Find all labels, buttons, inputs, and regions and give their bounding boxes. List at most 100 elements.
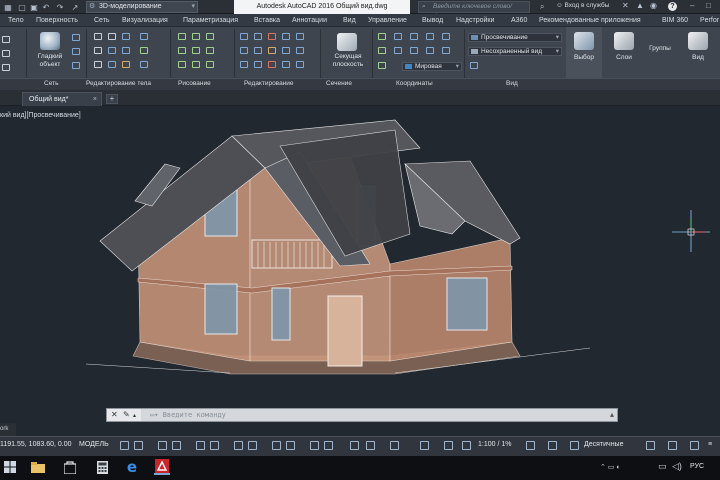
erase-icon[interactable] <box>296 61 304 68</box>
tab-a360[interactable]: A360 <box>511 14 527 27</box>
tray-icons[interactable]: ⌃ ▭ ◐ <box>600 463 621 471</box>
settings-icon[interactable] <box>526 441 535 450</box>
panel-title-draw[interactable]: Рисование <box>178 79 211 89</box>
layers-icon[interactable] <box>614 32 634 50</box>
tab-mesh[interactable]: Сеть <box>94 14 110 27</box>
stretch-icon[interactable] <box>240 61 248 68</box>
selection-cycling-icon[interactable] <box>324 441 333 450</box>
tab-manage[interactable]: Управление <box>368 14 407 27</box>
autocad-taskbar-icon[interactable] <box>154 459 170 475</box>
panel-title-view[interactable]: Вид <box>506 79 518 89</box>
offset-icon[interactable] <box>254 61 262 68</box>
smooth-object-icon[interactable] <box>40 32 60 50</box>
isodraft-icon[interactable] <box>196 441 205 450</box>
object-snap-icon[interactable] <box>210 441 219 450</box>
arc-icon[interactable] <box>206 33 214 40</box>
panel-title-section[interactable]: Сечение <box>326 79 352 89</box>
mesh-refine-icon[interactable] <box>72 62 80 69</box>
tool-icon[interactable] <box>2 36 10 43</box>
tab-bim360[interactable]: BIM 360 <box>662 14 688 27</box>
calculator-icon[interactable] <box>94 459 110 475</box>
panel-title-solid-edit[interactable]: Редактирование тела <box>86 79 151 89</box>
snap-icon[interactable] <box>134 441 143 450</box>
close-icon[interactable]: ✕ <box>111 409 118 421</box>
new-file-icon[interactable]: ▢ <box>17 2 27 12</box>
mesh-box-icon[interactable] <box>72 34 80 41</box>
maximize-icon[interactable]: □ <box>706 1 711 10</box>
sign-in-link[interactable]: ☺ Вход в службы <box>556 2 609 9</box>
annotation-visibility-icon[interactable] <box>366 441 375 450</box>
line-icon[interactable] <box>192 33 200 40</box>
tab-annotate[interactable]: Аннотации <box>292 14 327 27</box>
fillet-icon[interactable] <box>296 47 304 54</box>
annotation-scale[interactable]: 1:100 / 1% <box>478 441 511 448</box>
copy-icon[interactable] <box>240 47 248 54</box>
minimize-icon[interactable]: – <box>690 1 694 10</box>
tab-visualize[interactable]: Визуализация <box>122 14 168 27</box>
shell-icon[interactable] <box>122 61 130 68</box>
save-icon[interactable]: ▣ <box>29 2 39 12</box>
tab-insert[interactable]: Вставка <box>254 14 280 27</box>
circle-icon[interactable] <box>178 47 186 54</box>
hardware-accel-icon[interactable] <box>570 441 579 450</box>
help-icon[interactable]: ? <box>668 2 677 11</box>
windows-start-icon[interactable] <box>2 459 18 475</box>
ducs-icon[interactable] <box>272 441 281 450</box>
network-icon[interactable]: ▭ <box>658 461 667 472</box>
stay-connected-icon[interactable]: ◉ <box>650 1 657 10</box>
coordinate-system-select[interactable]: Мировая ▾ <box>402 62 462 71</box>
3d-align-icon[interactable] <box>268 61 276 68</box>
interfere-icon[interactable] <box>140 33 148 40</box>
workspace-switch-icon[interactable] <box>420 441 429 450</box>
spline-icon[interactable] <box>192 61 200 68</box>
extract-edges-icon[interactable] <box>108 33 116 40</box>
search-input[interactable]: ⌕ Введите ключевое слово/фразу <box>418 1 530 20</box>
taper-icon[interactable] <box>140 47 148 54</box>
polyline-icon[interactable] <box>178 33 186 40</box>
viewport-config-icon[interactable] <box>470 62 478 69</box>
separate-icon[interactable] <box>108 47 116 54</box>
tab-addins[interactable]: Надстройки <box>456 14 494 27</box>
3d-move-icon[interactable] <box>268 47 276 54</box>
tab-surface[interactable]: Поверхность <box>36 14 78 27</box>
panel-title-mesh[interactable]: Сеть <box>44 79 58 89</box>
ucs-z-icon[interactable] <box>426 47 434 54</box>
tool-icon[interactable] <box>2 64 10 71</box>
a360-icon[interactable]: ▲ <box>636 1 644 10</box>
edge-browser-icon[interactable]: e <box>124 458 140 476</box>
coordinates-readout[interactable]: 1191.55, 1083.60, 0.00 <box>0 441 72 448</box>
layers-label[interactable]: Слои <box>606 54 642 62</box>
ucs-x-icon[interactable] <box>426 33 434 40</box>
tab-view[interactable]: Вид <box>343 14 356 27</box>
quick-properties-icon[interactable] <box>646 441 655 450</box>
units-select[interactable]: Десятичные <box>584 441 623 448</box>
language-indicator[interactable]: РУС <box>690 463 704 470</box>
polar-icon[interactable] <box>172 441 181 450</box>
explode-icon[interactable] <box>282 61 290 68</box>
trim-icon[interactable] <box>282 47 290 54</box>
visual-style-select[interactable]: Просвечивание ▾ <box>468 33 562 42</box>
otrack-icon[interactable] <box>248 441 257 450</box>
volume-icon[interactable]: ◁) <box>672 461 682 472</box>
ucs-world-icon[interactable] <box>394 33 402 40</box>
tool-icon[interactable] <box>2 50 10 57</box>
viewport-label[interactable]: кий вид][Просвечивание] <box>0 112 81 119</box>
smooth-object-label[interactable]: Гладкий объект <box>30 53 70 69</box>
annotation-monitor-icon[interactable] <box>444 441 453 450</box>
undo-icon[interactable]: ↶ <box>41 2 51 12</box>
file-explorer-icon[interactable] <box>30 459 46 475</box>
app-menu-icon[interactable]: ▦ <box>3 2 13 12</box>
drawing-viewport[interactable] <box>0 106 720 436</box>
ucs-object-icon[interactable] <box>394 47 402 54</box>
mirror-icon[interactable] <box>282 33 290 40</box>
section-plane-label[interactable]: Секущая плоскость <box>326 53 370 69</box>
exchange-icon[interactable]: ✕ <box>622 1 629 10</box>
new-tab-button[interactable]: + <box>106 94 118 104</box>
ucs-view-icon[interactable] <box>410 47 418 54</box>
close-icon[interactable]: × <box>93 93 97 106</box>
panel-title-coordinates[interactable]: Координаты <box>396 79 433 89</box>
array-icon[interactable] <box>296 33 304 40</box>
isolate-icon[interactable] <box>548 441 557 450</box>
hatch-icon[interactable] <box>178 61 186 68</box>
scroll-up-icon[interactable]: ▴ <box>610 410 614 419</box>
